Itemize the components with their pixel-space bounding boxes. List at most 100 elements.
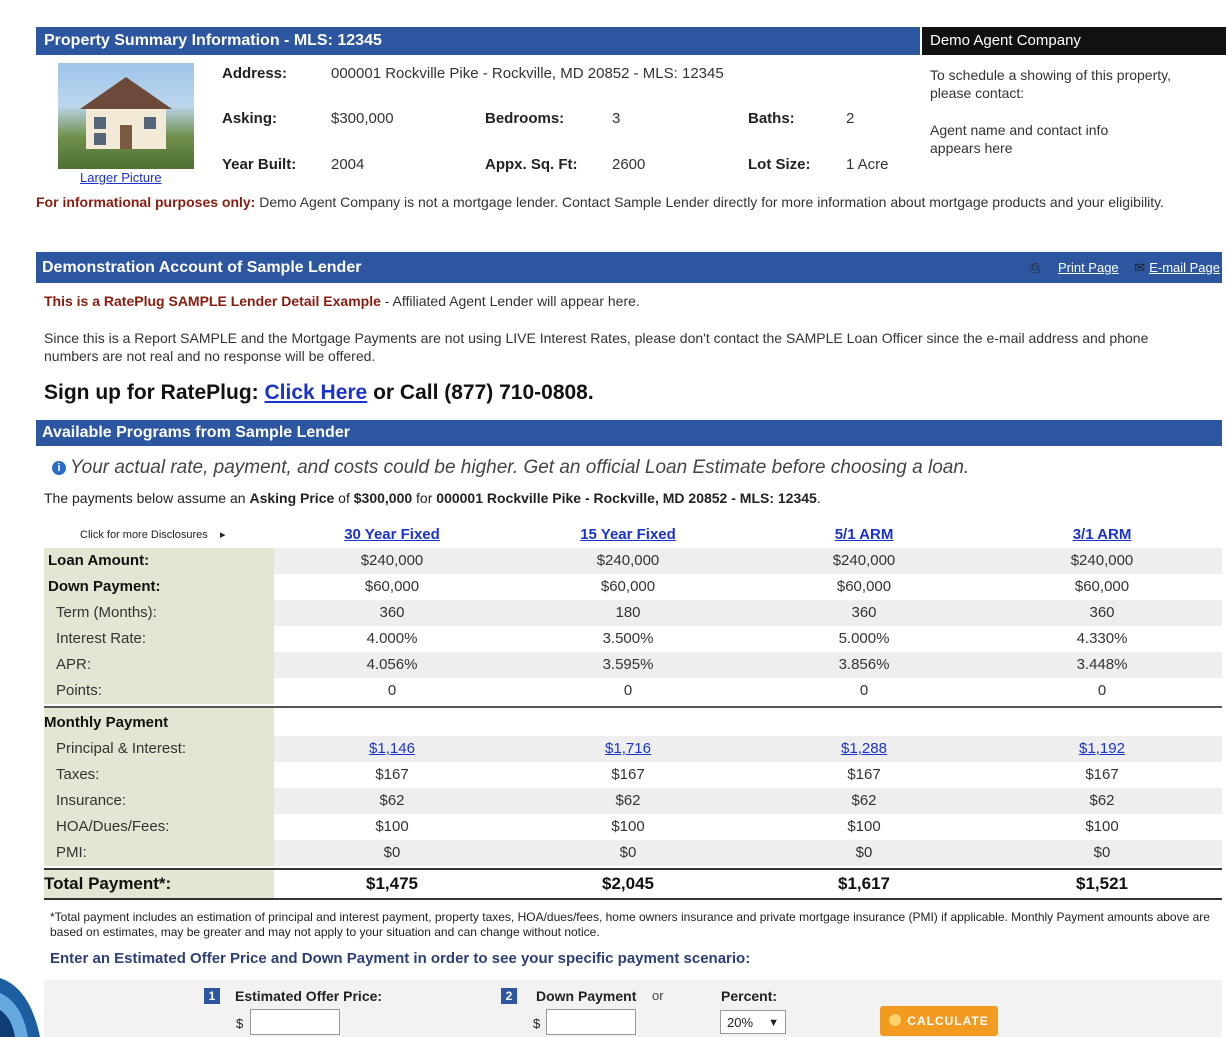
table-cell: $167 (1085, 766, 1119, 783)
table-cell: $240,000 (360, 552, 424, 569)
row-label: Down Payment: (44, 574, 274, 600)
table-cell: $62 (1089, 792, 1115, 809)
row-label: Principal & Interest: (44, 736, 274, 762)
table-cell: 360 (1089, 604, 1115, 621)
table-cell: $240,000 (1070, 552, 1134, 569)
table-row: PMI: $0 $0 $0 $0 (44, 840, 1222, 866)
lender-title: Demonstration Account of Sample Lender (42, 259, 362, 276)
or-label: or (652, 988, 664, 1003)
property-photo[interactable] (58, 63, 194, 169)
baths-label: Baths: (748, 110, 795, 127)
print-page-link[interactable]: Print Page (1058, 260, 1119, 275)
table-cell: 3.448% (1076, 656, 1128, 673)
table-cell: $60,000 (364, 578, 420, 595)
informational-disclaimer: For informational purposes only: Demo Ag… (36, 193, 1221, 211)
down-payment-input[interactable] (546, 1009, 636, 1035)
table-row: Insurance: $62 $62 $62 $62 (44, 788, 1222, 814)
program-5-1-arm[interactable]: 5/1 ARM (746, 522, 982, 548)
larger-picture-link[interactable]: Larger Picture (80, 170, 162, 185)
lender-section-header: Demonstration Account of Sample Lender ⎙… (36, 252, 1222, 283)
year-built-value: 2004 (331, 156, 365, 173)
email-page-link[interactable]: E-mail Page (1149, 260, 1220, 275)
sample-notice-bold: This is a RatePlug SAMPLE Lender Detail … (44, 293, 381, 309)
table-row: HOA/Dues/Fees: $100 $100 $100 $100 (44, 814, 1222, 840)
table-cell: 4.056% (366, 656, 418, 673)
percent-label: Percent: (721, 988, 778, 1004)
programs-title: Available Programs from Sample Lender (42, 424, 350, 441)
total-payment-value: $2,045 (602, 874, 654, 893)
table-cell: $0 (383, 844, 401, 861)
calculator-icon (889, 1014, 902, 1026)
asking-label: Asking: (222, 110, 278, 127)
programs-section-header: Available Programs from Sample Lender (36, 420, 1222, 446)
year-built-label: Year Built: (222, 156, 297, 173)
assume-asking-price: Asking Price (249, 490, 335, 506)
row-label: Interest Rate: (44, 626, 274, 652)
property-summary-title: Property Summary Information - MLS: 1234… (36, 27, 920, 55)
table-cell: 0 (859, 682, 869, 699)
table-cell: 360 (379, 604, 405, 621)
percent-selected-value: 20% (727, 1015, 754, 1030)
program-3-1-arm[interactable]: 3/1 ARM (982, 522, 1222, 548)
signup-click-here-link[interactable]: Click Here (265, 381, 368, 404)
table-cell: $60,000 (1074, 578, 1130, 595)
principal-interest-link[interactable]: $1,146 (369, 740, 415, 757)
principal-interest-link[interactable]: $1,716 (605, 740, 651, 757)
total-payment-value: $1,521 (1076, 874, 1128, 893)
total-payment-footnote: *Total payment includes an estimation of… (50, 910, 1210, 939)
table-cell: 180 (615, 604, 641, 621)
offer-price-input[interactable] (250, 1009, 340, 1035)
total-payment-label: Total Payment*: (44, 870, 274, 898)
program-30-year-fixed[interactable]: 30 Year Fixed (274, 522, 510, 548)
table-cell: $100 (1085, 818, 1119, 835)
programs-header-row: Click for more Disclosures ▸ 30 Year Fix… (44, 522, 1222, 548)
table-cell: 0 (623, 682, 633, 699)
table-cell: $100 (611, 818, 645, 835)
percent-select[interactable]: 20% ▼ (720, 1010, 786, 1034)
disclosures-link[interactable]: Click for more Disclosures ▸ (80, 522, 226, 548)
total-payment-value: $1,617 (838, 874, 890, 893)
agent-contact-info: Agent name and contact info appears here (930, 122, 1109, 156)
printer-icon: ⎙ (1029, 260, 1040, 275)
calculator-heading: Enter an Estimated Offer Price and Down … (50, 950, 751, 967)
table-cell: $62 (851, 792, 877, 809)
sample-lender-notice: This is a RatePlug SAMPLE Lender Detail … (44, 293, 640, 309)
bedrooms-label: Bedrooms: (485, 110, 565, 127)
principal-interest-link[interactable]: $1,288 (841, 740, 887, 757)
table-row: Loan Amount: $240,000 $240,000 $240,000 … (44, 548, 1222, 574)
sqft-label: Appx. Sq. Ft: (485, 156, 578, 173)
signup-line: Sign up for RatePlug: Click Here or Call… (44, 381, 594, 405)
assume-price-value: $300,000 (353, 490, 413, 506)
program-15-year-fixed[interactable]: 15 Year Fixed (510, 522, 746, 548)
arrow-right-icon: ▸ (219, 529, 226, 541)
table-cell: $60,000 (836, 578, 892, 595)
row-label: Loan Amount: (44, 548, 274, 574)
asking-value: $300,000 (331, 110, 394, 127)
table-cell: $100 (847, 818, 881, 835)
row-label: Taxes: (44, 762, 274, 788)
principal-interest-link[interactable]: $1,192 (1079, 740, 1125, 757)
lot-size-value: 1 Acre (846, 156, 889, 173)
row-label: Insurance: (44, 788, 274, 814)
table-cell: 3.595% (602, 656, 654, 673)
bedrooms-value: 3 (612, 110, 621, 127)
table-row: Points: 0 0 0 0 (44, 678, 1222, 704)
assume-text-3: for (412, 490, 437, 506)
table-cell: $240,000 (596, 552, 660, 569)
step-2-badge: 2 (501, 988, 517, 1004)
table-cell: $0 (855, 844, 873, 861)
row-label: APR: (44, 652, 274, 678)
calculate-button[interactable]: CALCULATE (880, 1006, 998, 1036)
page-actions: ⎙ Print Page ✉ E-mail Page (1030, 252, 1220, 283)
email-icon: ✉ (1134, 260, 1146, 275)
table-cell: $240,000 (832, 552, 896, 569)
table-cell: $167 (847, 766, 881, 783)
table-row: Down Payment: $60,000 $60,000 $60,000 $6… (44, 574, 1222, 600)
monthly-payment-label: Monthly Payment (44, 708, 274, 738)
signup-prefix: Sign up for RatePlug: (44, 381, 265, 404)
sample-notice-text: - Affiliated Agent Lender will appear he… (380, 293, 640, 309)
address-value: 000001 Rockville Pike - Rockville, MD 20… (331, 65, 724, 82)
table-cell: $167 (611, 766, 645, 783)
total-payment-value: $1,475 (366, 874, 418, 893)
table-cell: $0 (1093, 844, 1111, 861)
